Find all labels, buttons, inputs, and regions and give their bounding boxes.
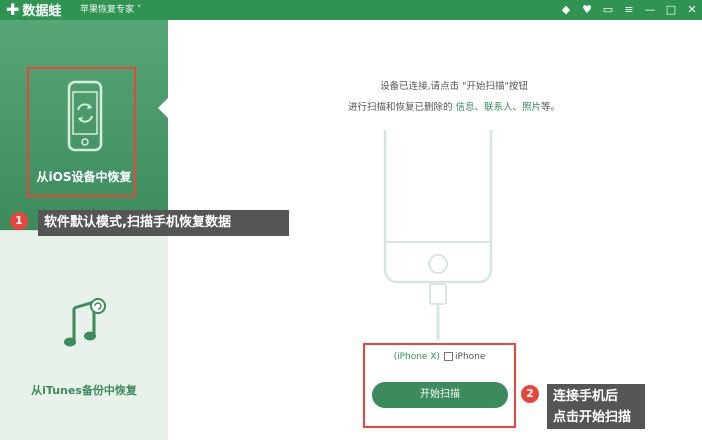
callout-line-2: 点击开始扫描 (553, 410, 632, 425)
highlight-box-ios (27, 67, 136, 197)
type-contacts: 联系人 (484, 102, 513, 113)
shirt-icon[interactable]: ♥ (581, 2, 593, 18)
maximize-button[interactable]: □ (665, 2, 677, 18)
callout-line-1: 连接手机后 (553, 389, 619, 404)
highlight-box-scan (363, 343, 516, 428)
product-switcher[interactable]: 苹果恢复专家 ˅ (80, 3, 141, 17)
step-badge-2: 2 (521, 385, 539, 403)
callout-connect-scan: 连接手机后 点击开始扫描 (547, 384, 645, 429)
sidebar-item-label: 从iTunes备份中恢复 (31, 384, 137, 397)
app-name: 数据蛙 (22, 4, 62, 19)
instruction-line-1: 设备已连接,请点击 "开始扫描"按钮 (380, 81, 528, 92)
itunes-note-icon (64, 298, 106, 347)
window-controls: ◆ ♥ ▭ ≡ — □ ✕ (560, 2, 698, 18)
callout-default-mode: 软件默认模式,扫描手机恢复数据 (38, 210, 289, 236)
title-bar: ✚ 数据蛙 苹果恢复专家 ˅ ◆ ♥ ▭ ≡ — □ ✕ (0, 0, 702, 20)
selection-pointer (158, 98, 168, 118)
diamond-icon[interactable]: ◆ (560, 2, 572, 18)
minimize-button[interactable]: — (644, 2, 656, 18)
phone-connect-illustration (383, 130, 493, 340)
step-badge-1: 1 (10, 212, 28, 230)
frog-logo-icon: ✚ (6, 0, 20, 19)
close-button[interactable]: ✕ (686, 2, 698, 18)
menu-icon[interactable]: ≡ (623, 2, 635, 18)
feedback-icon[interactable]: ▭ (602, 2, 614, 18)
instruction-line-2: 进行扫描和恢复已删除的 信息、联系人、照片等。 (347, 102, 561, 113)
type-messages: 信息 (455, 102, 475, 113)
type-photos: 照片 (522, 102, 542, 113)
app-logo: ✚ 数据蛙 (6, 1, 61, 21)
